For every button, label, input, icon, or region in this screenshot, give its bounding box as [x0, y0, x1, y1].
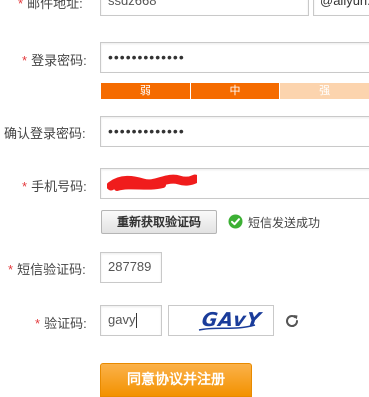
confirm-password-label: 确认登录密码: — [4, 123, 86, 142]
required-mark: * — [35, 316, 41, 331]
sms-code-label: * 短信验证码: — [8, 259, 86, 278]
sms-status-text: 短信发送成功 — [248, 216, 321, 230]
email-label-text: 邮件地址: — [27, 0, 83, 11]
captcha-image-text: GAvY — [200, 309, 263, 331]
refresh-icon[interactable] — [284, 313, 300, 329]
phone-label-text: 手机号码: — [31, 179, 87, 194]
sms-code-label-text: 短信验证码: — [17, 262, 86, 277]
agree-and-register-label: 同意协议并注册 — [127, 371, 225, 387]
sms-code-value: 287789 — [108, 259, 152, 274]
required-mark: * — [8, 262, 14, 277]
email-field[interactable]: ssdz668 — [100, 0, 309, 16]
password-value: ••••••••••••• — [108, 49, 185, 65]
check-circle-icon — [228, 214, 243, 229]
strength-medium: 中 — [190, 83, 281, 99]
redaction-scribble — [107, 174, 197, 191]
required-mark: * — [22, 179, 28, 194]
email-domain-value: @aliyun.c — [320, 0, 369, 8]
password-strength-meter: 弱 中 强 — [101, 83, 369, 99]
email-label: * 邮件地址: — [18, 0, 83, 12]
captcha-label: * 验证码: — [35, 313, 87, 332]
confirm-password-value: ••••••••••••• — [108, 123, 185, 139]
password-label-text: 登录密码: — [31, 53, 87, 68]
confirm-password-field[interactable]: ••••••••••••• — [100, 116, 369, 147]
strength-weak: 弱 — [101, 83, 191, 99]
resend-code-label: 重新获取验证码 — [116, 215, 201, 229]
text-cursor — [136, 313, 138, 329]
captcha-field[interactable]: gavy — [100, 305, 162, 336]
password-field[interactable]: ••••••••••••• — [100, 42, 369, 73]
confirm-password-label-text: 确认登录密码: — [4, 126, 86, 141]
strength-strong: 强 — [280, 83, 369, 99]
password-label: * 登录密码: — [22, 50, 87, 69]
required-mark: * — [18, 0, 24, 11]
phone-label: * 手机号码: — [22, 176, 87, 195]
phone-field[interactable] — [100, 168, 369, 199]
captcha-label-text: 验证码: — [44, 316, 87, 331]
email-value: ssdz668 — [108, 0, 157, 8]
resend-code-button[interactable]: 重新获取验证码 — [101, 210, 217, 234]
captcha-value: gavy — [108, 312, 136, 327]
captcha-image[interactable]: GAvY — [168, 305, 274, 336]
email-domain-select[interactable]: @aliyun.c — [313, 0, 369, 16]
required-mark: * — [22, 53, 28, 68]
sms-code-field[interactable]: 287789 — [100, 252, 162, 283]
